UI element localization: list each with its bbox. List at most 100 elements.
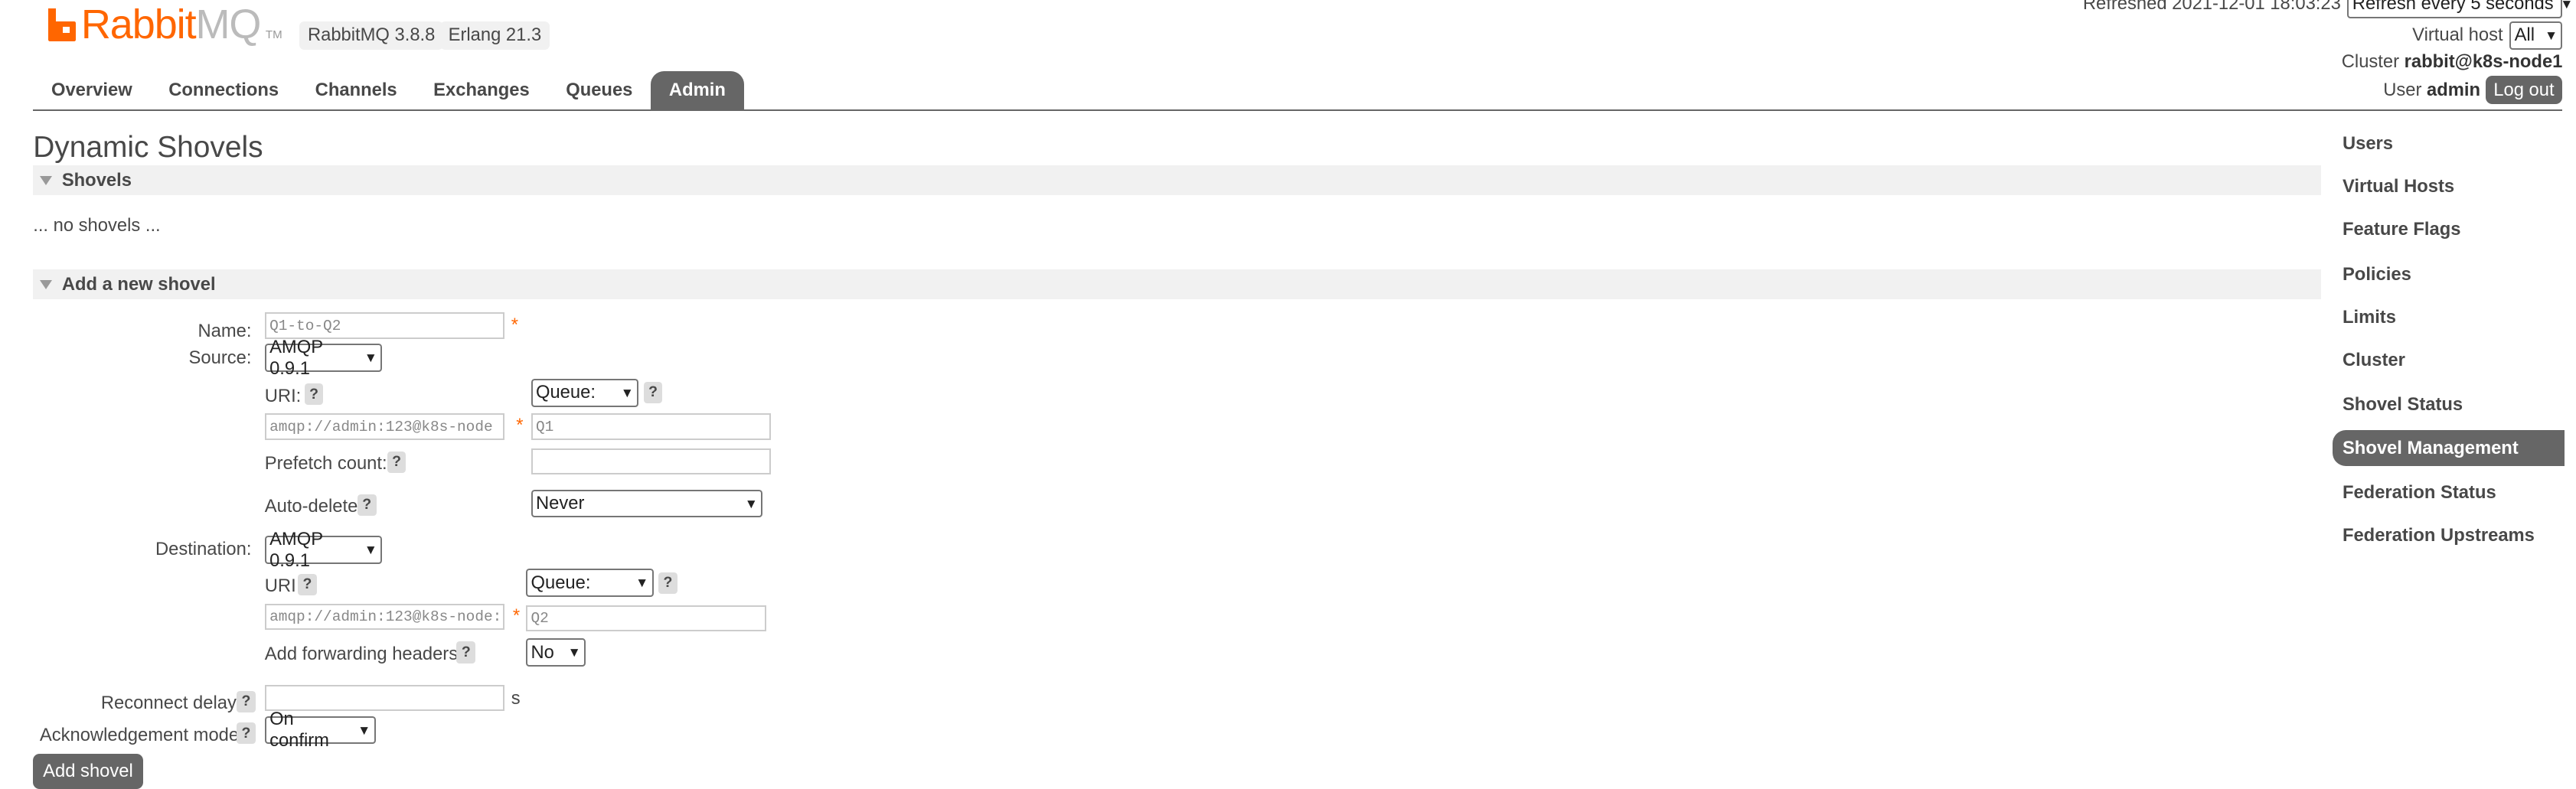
source-type-help-button[interactable]: ?	[643, 382, 663, 404]
source-protocol-value: AMQP 0.9.1	[269, 336, 323, 379]
sidebar-item-cluster[interactable]: Cluster	[2333, 342, 2565, 379]
ack-mode-select[interactable]: On confirm ▼	[264, 709, 376, 751]
no-shovels-text: ... no shovels ...	[33, 214, 161, 236]
tab-divider	[33, 109, 2563, 111]
source-uri-input[interactable]: amqp://admin:123@k8s-node	[264, 413, 505, 440]
sidebar-item-virtual-hosts[interactable]: Virtual Hosts	[2333, 168, 2565, 205]
forwarding-headers-value: No	[531, 641, 554, 663]
ack-mode-help-button[interactable]: ?	[237, 722, 256, 745]
forwarding-headers-label: Add forwarding headers:	[264, 643, 463, 664]
sidebar-item-shovel-management[interactable]: Shovel Management	[2333, 429, 2565, 467]
refresh-select[interactable]: Refresh every 5 seconds ▼	[2347, 0, 2573, 18]
logout-button[interactable]: Log out	[2485, 76, 2563, 105]
forwarding-headers-help-button[interactable]: ?	[456, 641, 476, 663]
virtual-host-row: Virtual host All ▼	[2412, 21, 2563, 50]
name-input[interactable]: Q1-to-Q2	[264, 312, 505, 339]
reconnect-delay-input[interactable]	[264, 684, 505, 712]
destination-protocol-select[interactable]: AMQP 0.9.1 ▼	[264, 529, 383, 571]
cluster-label: Cluster	[2341, 51, 2400, 72]
required-marker: *	[511, 314, 518, 335]
source-protocol-select[interactable]: AMQP 0.9.1 ▼	[264, 337, 383, 379]
auto-delete-value: Never	[535, 493, 585, 514]
tab-connections[interactable]: Connections	[150, 71, 296, 109]
rabbitmq-version: RabbitMQ 3.8.8	[299, 21, 444, 50]
virtual-host-select[interactable]: All ▼	[2509, 21, 2563, 50]
user-info: User admin Log out	[2383, 76, 2563, 105]
page-title: Dynamic Shovels	[33, 130, 263, 164]
rabbitmq-logo: RabbitMQ TM	[47, 3, 282, 46]
refreshed-label: Refreshed 2021-12-01 18:03:23	[2082, 0, 2341, 15]
virtual-host-value: All	[2514, 24, 2535, 46]
refresh-select-value: Refresh every 5 seconds	[2352, 0, 2554, 15]
refresh-row: Refreshed 2021-12-01 18:03:23 Refresh ev…	[2082, 0, 2573, 18]
destination-queue-input[interactable]: Q2	[526, 605, 766, 632]
name-label: Name:	[198, 321, 252, 342]
prefetch-count-input[interactable]	[531, 448, 772, 475]
sidebar-item-federation-status[interactable]: Federation Status	[2333, 474, 2565, 511]
chevron-down-icon: ▼	[364, 542, 377, 558]
chevron-down-icon: ▼	[2560, 0, 2574, 11]
collapse-triangle-icon	[39, 175, 52, 185]
main-nav-tabs: Overview Connections Channels Exchanges …	[33, 70, 744, 109]
source-type-select[interactable]: Queue: ▼	[531, 378, 639, 407]
destination-type-value: Queue:	[531, 572, 591, 593]
shovels-section-title: Shovels	[61, 169, 132, 191]
source-uri-help-button[interactable]: ?	[304, 383, 324, 406]
destination-label: Destination:	[155, 539, 252, 560]
sidebar-item-users[interactable]: Users	[2333, 126, 2565, 162]
add-shovel-button[interactable]: Add shovel	[33, 754, 143, 789]
destination-protocol-value: AMQP 0.9.1	[269, 528, 323, 571]
chevron-down-icon: ▼	[358, 722, 371, 738]
prefetch-help-button[interactable]: ?	[387, 451, 406, 474]
logo-trademark: TM	[265, 28, 282, 42]
shovels-section-header[interactable]: Shovels	[33, 165, 2321, 195]
rabbit-logo-icon	[47, 8, 77, 41]
auto-delete-select[interactable]: Never ▼	[531, 489, 763, 518]
tab-overview[interactable]: Overview	[33, 71, 150, 109]
chevron-down-icon: ▼	[744, 495, 758, 511]
chevron-down-icon: ▼	[620, 384, 634, 400]
erlang-version: Erlang 21.3	[439, 21, 550, 50]
user-value: admin	[2427, 79, 2481, 100]
required-marker: *	[512, 605, 521, 626]
source-uri-label: URI:	[264, 385, 302, 406]
tab-channels[interactable]: Channels	[297, 71, 416, 109]
reconnect-delay-label: Reconnect delay:	[100, 693, 242, 714]
source-queue-input[interactable]: Q1	[531, 413, 772, 440]
sidebar-item-shovel-status[interactable]: Shovel Status	[2333, 387, 2565, 424]
tab-admin[interactable]: Admin	[651, 70, 744, 109]
add-shovel-section-title: Add a new shovel	[61, 273, 216, 295]
chevron-down-icon: ▼	[567, 644, 581, 660]
prefetch-count-label: Prefetch count:	[264, 453, 387, 474]
sidebar-item-policies[interactable]: Policies	[2333, 256, 2565, 293]
sidebar-item-federation-upstreams[interactable]: Federation Upstreams	[2333, 517, 2565, 554]
tab-queues[interactable]: Queues	[547, 71, 651, 109]
sidebar-item-feature-flags[interactable]: Feature Flags	[2333, 212, 2565, 249]
reconnect-delay-help-button[interactable]: ?	[237, 691, 256, 713]
source-label: Source:	[188, 347, 252, 368]
ack-mode-label: Acknowledgement mode:	[39, 724, 244, 745]
ack-mode-value: On confirm	[269, 709, 329, 752]
add-shovel-section-header[interactable]: Add a new shovel	[33, 269, 2321, 300]
destination-uri-label: URI	[264, 575, 296, 597]
destination-type-select[interactable]: Queue: ▼	[526, 569, 654, 598]
chevron-down-icon: ▼	[2544, 27, 2558, 43]
auto-delete-help-button[interactable]: ?	[357, 494, 377, 517]
cluster-value: rabbit@k8s-node1	[2404, 51, 2563, 72]
required-marker: *	[516, 415, 524, 436]
source-type-value: Queue:	[535, 382, 596, 403]
destination-uri-input[interactable]: amqp://admin:123@k8s-node:	[264, 603, 505, 631]
virtual-host-label: Virtual host	[2412, 24, 2503, 46]
user-label: User	[2383, 79, 2422, 100]
collapse-triangle-icon	[39, 279, 52, 289]
auto-delete-label: Auto-delete	[264, 496, 358, 517]
destination-uri-help-button[interactable]: ?	[297, 573, 317, 595]
destination-type-help-button[interactable]: ?	[658, 572, 677, 594]
sidebar-item-limits[interactable]: Limits	[2333, 299, 2565, 336]
logo-mq-text: MQ	[195, 2, 262, 48]
chevron-down-icon: ▼	[364, 350, 377, 366]
forwarding-headers-select[interactable]: No ▼	[526, 638, 586, 667]
logo-rabbit-text: Rabbit	[80, 2, 197, 48]
chevron-down-icon: ▼	[635, 575, 649, 591]
tab-exchanges[interactable]: Exchanges	[415, 71, 547, 109]
